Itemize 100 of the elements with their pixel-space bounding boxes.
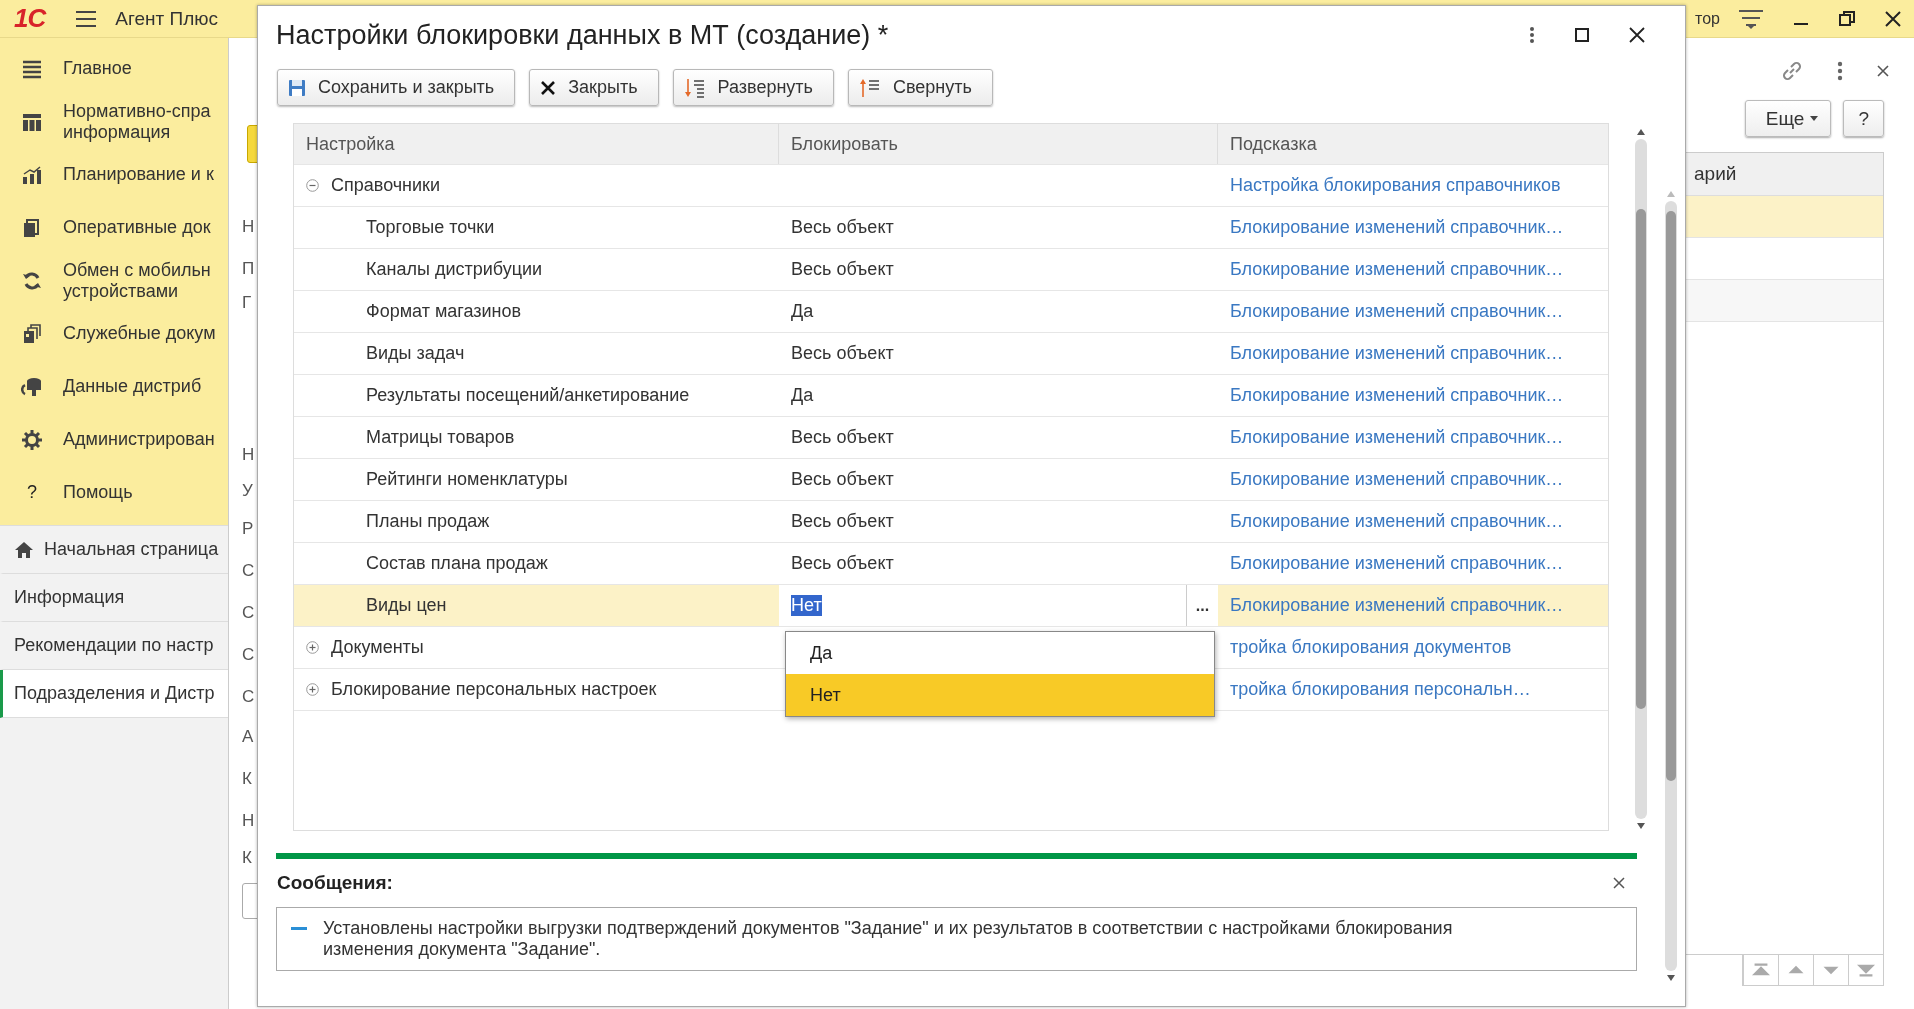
open-page-tab[interactable]: Подразделения и Дистр — [0, 670, 228, 718]
hint-link[interactable]: Настройка блокирования справочников — [1230, 175, 1561, 196]
close-icon[interactable] — [1629, 27, 1645, 43]
sidebar-section[interactable]: Планирование и к — [0, 148, 228, 201]
sidebar-section[interactable]: ? Помощь — [0, 466, 228, 519]
toolbar-button[interactable]: Развернуть — [672, 69, 834, 106]
field-label: Г — [242, 292, 253, 314]
hint-link[interactable]: тройка блокирования персональн… — [1230, 679, 1531, 700]
messages-title: Сообщения: — [277, 872, 393, 894]
field-label: К — [242, 847, 253, 869]
close-icon[interactable] — [1884, 9, 1902, 28]
tree-toggle-icon[interactable] — [306, 641, 319, 654]
field-label: П — [242, 258, 256, 280]
tree-toggle-icon[interactable] — [306, 179, 319, 192]
restore-icon[interactable] — [1838, 9, 1856, 28]
scroll-up-icon[interactable] — [1637, 129, 1645, 135]
close-icon[interactable] — [1876, 64, 1890, 78]
collapse-icon — [858, 77, 881, 98]
setting-name: Торговые точки — [366, 217, 495, 238]
sidebar-section[interactable]: Нормативно-спра информация — [0, 95, 228, 148]
sync-icon — [22, 270, 42, 291]
maximize-icon[interactable] — [1575, 28, 1589, 42]
section-label: Оперативные док — [63, 217, 211, 238]
sidebar-section[interactable]: Данные дистриб — [0, 360, 228, 413]
scroll-down-icon[interactable] — [1667, 975, 1675, 981]
setting-name: Состав плана продаж — [366, 553, 548, 574]
table-row[interactable]: Рейтинги номенклатуры Весь объект Блокирование изменений справочник… — [294, 459, 1608, 501]
sidebar-section[interactable]: Главное — [0, 42, 228, 95]
column-header: Подсказка — [1229, 132, 1318, 156]
setting-name: Матрицы товаров — [366, 427, 515, 448]
save-icon — [288, 78, 306, 97]
more-icon[interactable] — [1837, 61, 1843, 81]
sidebar-section[interactable]: Оперативные док — [0, 201, 228, 254]
caret-icon — [1810, 116, 1819, 121]
table-row[interactable]: Торговые точки Весь объект Блокирование изменений справочник… — [294, 207, 1608, 249]
choice-button[interactable]: ... — [1187, 585, 1218, 626]
setting-name: Каналы дистрибуции — [366, 259, 543, 280]
group-name: Справочники — [331, 175, 441, 196]
scroll-down-icon[interactable] — [1637, 823, 1645, 829]
more-icon[interactable] — [1529, 26, 1535, 44]
setting-name: Рейтинги номенклатуры — [366, 469, 568, 490]
hint-link[interactable]: Блокирование изменений справочник… — [1230, 595, 1564, 616]
app-logo: 1С — [14, 3, 46, 34]
message-marker-icon — [291, 927, 307, 931]
toolbar-button[interactable]: Закрыть — [529, 69, 659, 106]
window-caption: тор — [1695, 9, 1720, 28]
table-row[interactable]: Результаты посещений/анкетирование Да Блокирование изменений справочник… — [294, 375, 1608, 417]
table-row[interactable]: Планы продаж Весь объект Блокирование изменений справочник… — [294, 501, 1608, 543]
column-header: Блокировать — [779, 124, 1218, 164]
toolbar-button[interactable]: Свернуть — [847, 69, 993, 106]
menu-icon[interactable] — [75, 9, 98, 28]
toolbar-button[interactable]: Сохранить и закрыть — [277, 69, 516, 106]
hint-link[interactable]: Блокирование изменений справочник… — [1230, 301, 1564, 322]
table-row[interactable]: Виды задач Весь объект Блокирование изменений справочник… — [294, 333, 1608, 375]
hint-link[interactable]: Блокирование изменений справочник… — [1230, 343, 1564, 364]
help-icon: ? — [27, 482, 37, 503]
hint-link[interactable]: Блокирование изменений справочник… — [1230, 427, 1564, 448]
field-label: С — [242, 560, 256, 582]
list-icon — [22, 58, 42, 79]
documents-icon — [22, 217, 42, 238]
dropdown-option[interactable]: Да — [786, 632, 1214, 674]
message-text: Установлены настройки выгрузки подтверждений документов "Задание" и их результатов в соответствии с настройками блокирования изменения документа "Задание". — [323, 918, 1454, 960]
block-value: Весь объект — [791, 259, 894, 280]
hint-link[interactable]: Блокирование изменений справочник… — [1230, 385, 1564, 406]
sidebar-section[interactable]: Администрирован — [0, 413, 228, 466]
setting-name: Результаты посещений/анкетирование — [366, 385, 690, 406]
hint-link[interactable]: Блокирование изменений справочник… — [1230, 469, 1564, 490]
tree-toggle-icon[interactable] — [306, 683, 319, 696]
section-label: Планирование и к — [63, 164, 214, 185]
settings-icon — [22, 429, 42, 450]
field-label: Н — [242, 444, 256, 466]
table-row[interactable]: Каналы дистрибуции Весь объект Блокирование изменений справочник… — [294, 249, 1608, 291]
close-icon — [540, 79, 557, 96]
value-field[interactable]: Нет — [779, 585, 1187, 626]
block-value: Весь объект — [791, 427, 894, 448]
block-value: Весь объект — [791, 553, 894, 574]
table-row[interactable]: Формат магазинов Да Блокирование изменений справочник… — [294, 291, 1608, 333]
field-label: У — [242, 480, 254, 502]
app-title: Агент Плюс — [115, 7, 218, 30]
section-label: Служебные докум — [63, 323, 216, 344]
link-icon[interactable] — [1780, 59, 1804, 83]
table-row[interactable]: Матрицы товаров Весь объект Блокирование изменений справочник… — [294, 417, 1608, 459]
hint-link[interactable]: Блокирование изменений справочник… — [1230, 259, 1564, 280]
setting-name: Виды задач — [366, 343, 465, 364]
field-label: С — [242, 644, 256, 666]
bar-chart-icon — [22, 164, 42, 185]
sidebar-section[interactable]: Обмен с мобильн устройствами — [0, 254, 228, 307]
block-value: Весь объект — [791, 343, 894, 364]
close-icon[interactable] — [1613, 877, 1625, 889]
hint-link[interactable]: Блокирование изменений справочник… — [1230, 511, 1564, 532]
block-value: Да — [791, 301, 814, 322]
sidebar-section[interactable]: Служебные докум — [0, 307, 228, 360]
hint-link[interactable]: Блокирование изменений справочник… — [1230, 553, 1564, 574]
more-button[interactable]: Еще — [1744, 100, 1832, 137]
dropdown-option[interactable]: Нет — [786, 674, 1214, 716]
filter-icon[interactable] — [1738, 7, 1764, 30]
grid-icon — [22, 111, 42, 132]
hint-link[interactable]: Блокирование изменений справочник… — [1230, 217, 1564, 238]
hint-link[interactable]: тройка блокирования документов — [1230, 637, 1512, 658]
help-button[interactable]: ? — [1843, 100, 1884, 137]
